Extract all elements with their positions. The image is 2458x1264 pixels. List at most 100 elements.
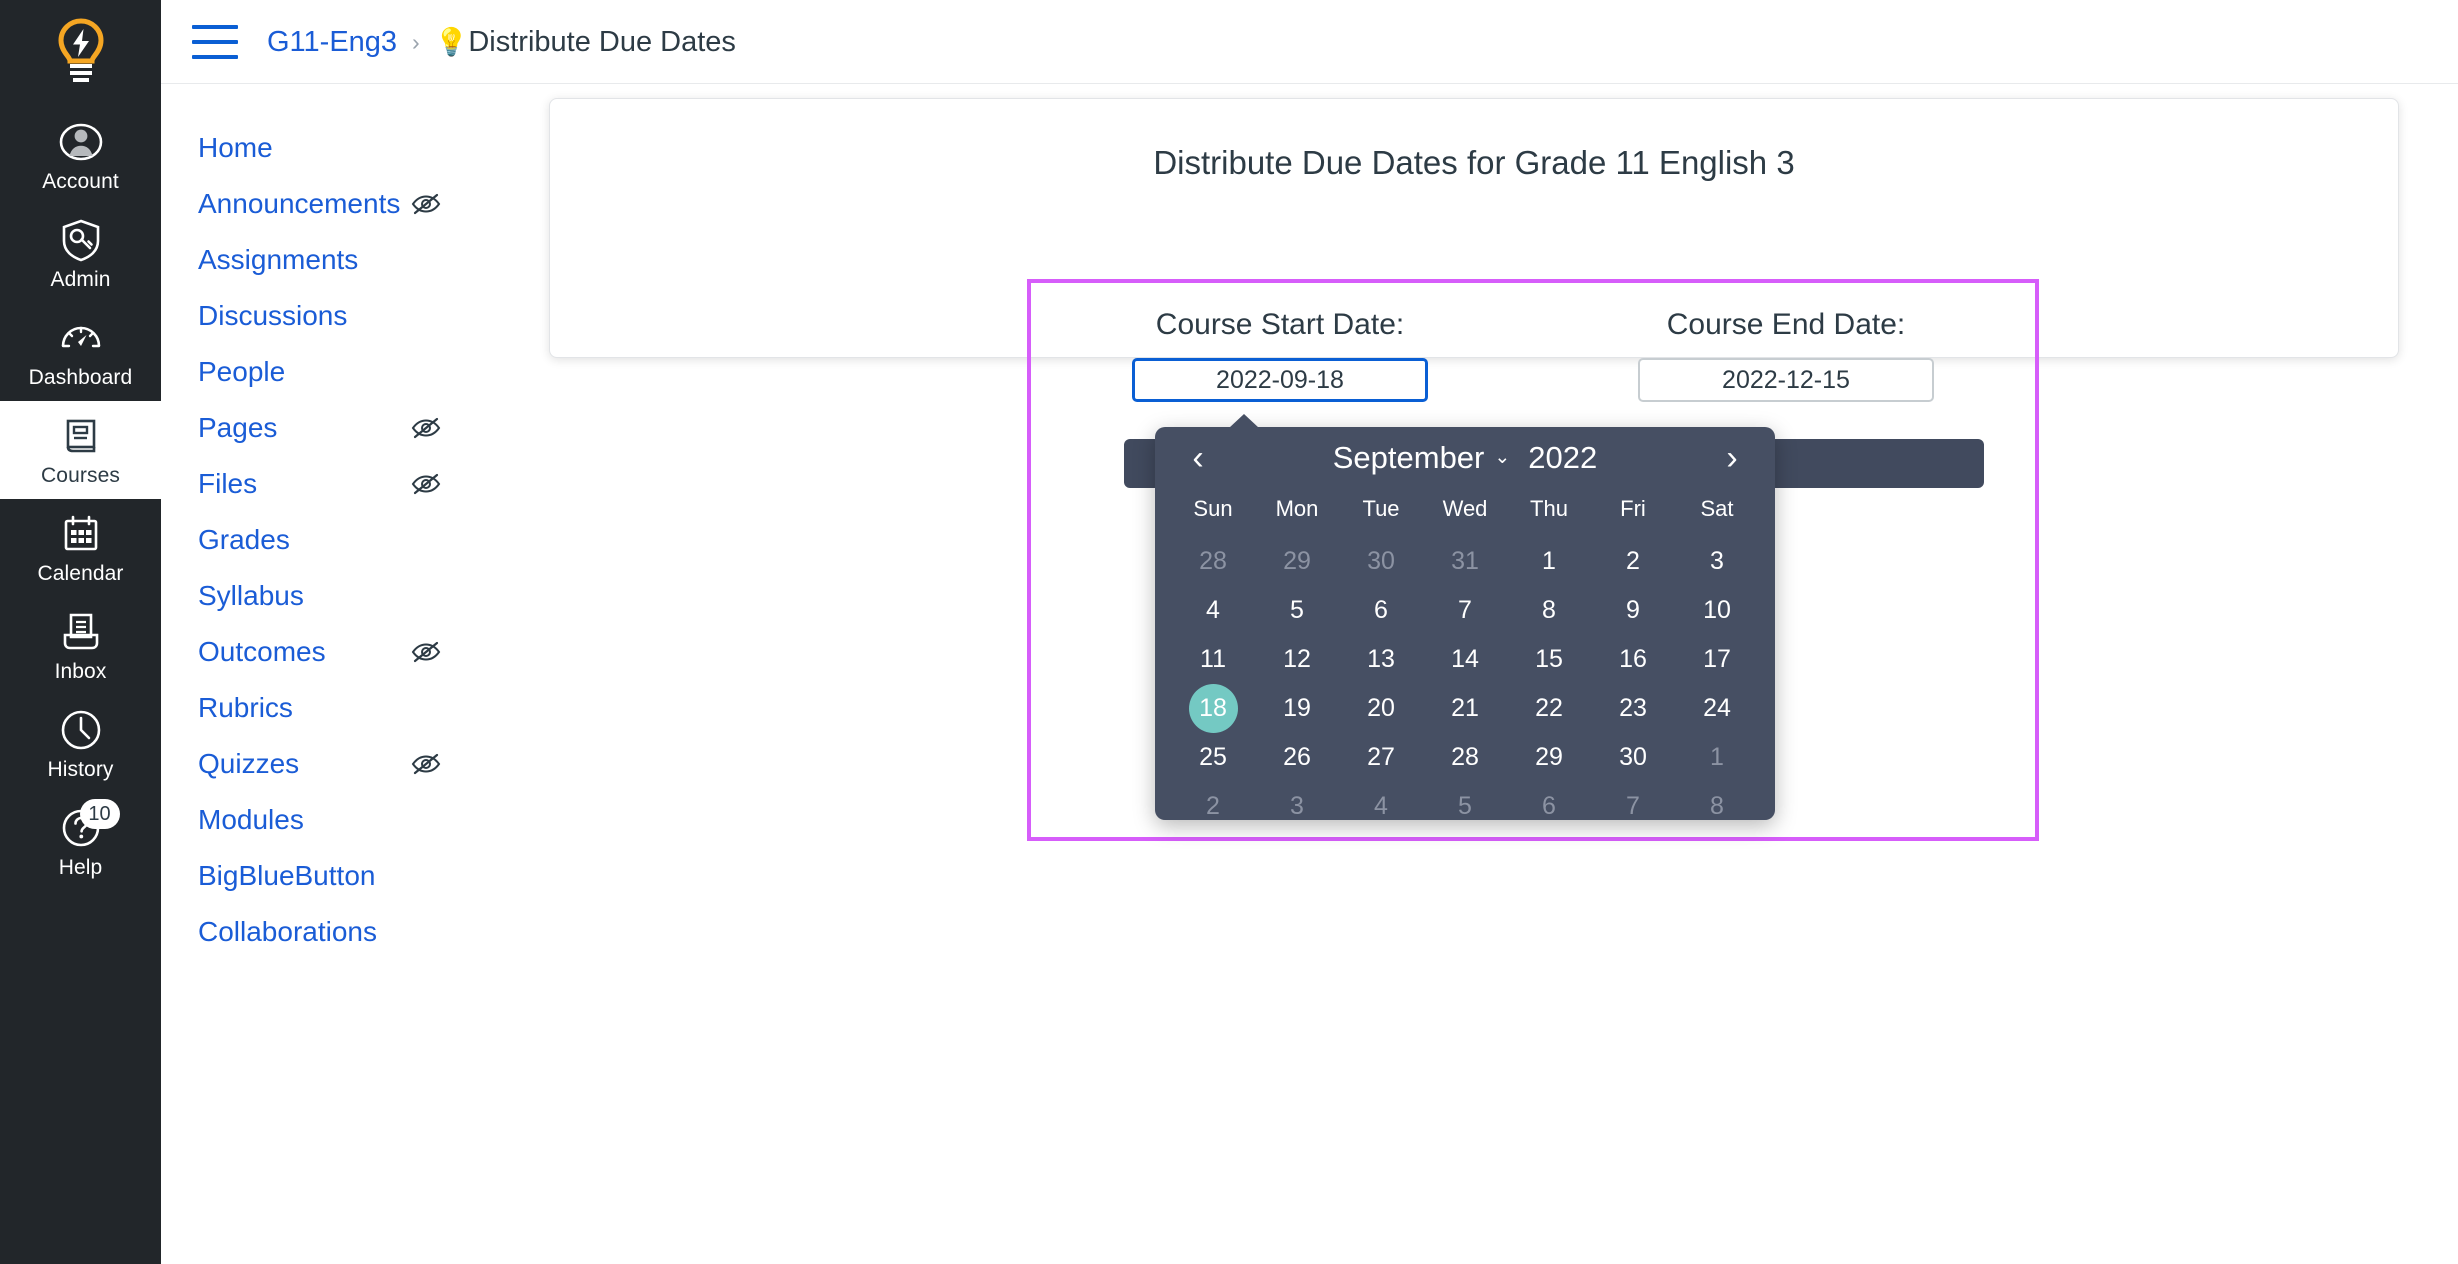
date-picker-day-label: 3 [1290,792,1304,820]
date-picker-day[interactable]: 28 [1171,537,1255,586]
course-nav-item-syllabus[interactable]: Syllabus [161,568,491,624]
date-picker-day[interactable]: 29 [1255,537,1339,586]
course-nav-item-rubrics[interactable]: Rubrics [161,680,491,736]
date-picker-day[interactable]: 12 [1255,635,1339,684]
date-picker-day[interactable]: 3 [1675,537,1759,586]
date-picker-day[interactable]: 9 [1591,586,1675,635]
course-nav-item-bigbluebutton[interactable]: BigBlueButton [161,848,491,904]
month-selector[interactable]: September [1333,439,1485,477]
breadcrumb-course-link[interactable]: G11-Eng3 [267,25,397,59]
date-picker-day-label: 14 [1451,645,1479,673]
course-nav-item-people[interactable]: People [161,344,491,400]
course-nav-label: Quizzes [198,748,300,779]
global-nav-label: Account [42,170,119,193]
course-nav-label: Syllabus [198,580,304,611]
date-picker-day[interactable]: 1 [1675,733,1759,782]
date-picker-day-label: 24 [1703,694,1731,722]
course-nav-item-files[interactable]: Files [161,456,491,512]
date-picker-day[interactable]: 14 [1423,635,1507,684]
course-nav-label: Grades [198,524,290,555]
clock-icon [58,707,104,753]
date-picker-day[interactable]: 16 [1591,635,1675,684]
end-date-input[interactable] [1638,358,1934,402]
date-picker-day[interactable]: 31 [1423,537,1507,586]
date-picker-day[interactable]: 5 [1423,782,1507,831]
date-picker-day-label: 2 [1626,547,1640,575]
date-picker-day[interactable]: 27 [1339,733,1423,782]
next-month-button[interactable]: › [1715,438,1749,478]
course-nav-label: People [198,356,286,387]
date-picker-day[interactable]: 24 [1675,684,1759,733]
course-nav-label: Outcomes [198,636,326,667]
global-nav-item-admin[interactable]: Admin [0,205,161,303]
prev-month-button[interactable]: ‹ [1181,438,1215,478]
date-picker-day[interactable]: 30 [1339,537,1423,586]
date-picker-day[interactable]: 8 [1507,586,1591,635]
course-nav-item-collaborations[interactable]: Collaborations [161,904,491,960]
course-nav-item-modules[interactable]: Modules [161,792,491,848]
date-picker-popup: ‹ September ⌄ 2022 › Sun Mon Tue Wed Thu… [1155,414,1775,820]
date-picker-day[interactable]: 30 [1591,733,1675,782]
date-picker-day[interactable]: 7 [1591,782,1675,831]
date-picker-day[interactable]: 8 [1675,782,1759,831]
date-picker-day[interactable]: 2 [1591,537,1675,586]
global-nav-label: History [47,758,114,781]
date-picker-day[interactable]: 18 [1171,684,1255,733]
course-nav-item-pages[interactable]: Pages [161,400,491,456]
course-nav-item-discussions[interactable]: Discussions [161,288,491,344]
date-picker-day[interactable]: 29 [1507,733,1591,782]
weekday-label: Wed [1442,496,1488,521]
global-nav-item-calendar[interactable]: Calendar [0,499,161,597]
global-nav-item-help[interactable]: 10 Help [0,793,161,891]
date-picker-day[interactable]: 5 [1255,586,1339,635]
global-nav-item-history[interactable]: History [0,695,161,793]
global-nav-item-inbox[interactable]: Inbox [0,597,161,695]
date-picker-day[interactable]: 6 [1507,782,1591,831]
course-nav-item-outcomes[interactable]: Outcomes [161,624,491,680]
course-nav-item-home[interactable]: Home [161,120,491,176]
course-nav-item-announcements[interactable]: Announcements [161,176,491,232]
shield-key-icon [58,217,104,263]
date-picker-day[interactable]: 21 [1423,684,1507,733]
date-picker-day-label: 25 [1199,743,1227,771]
app-root: Account Admin Dashboard Courses Calendar… [0,0,2458,1264]
global-nav-item-account[interactable]: Account [0,107,161,205]
global-nav-item-courses[interactable]: Courses [0,401,161,499]
course-nav-item-assignments[interactable]: Assignments [161,232,491,288]
course-nav-label: Collaborations [198,916,377,947]
date-fields-row: Course Start Date: Course End Date: [1027,279,2039,402]
chevron-down-icon[interactable]: ⌄ [1494,439,1510,477]
date-picker-day[interactable]: 1 [1507,537,1591,586]
date-picker-day[interactable]: 6 [1339,586,1423,635]
date-picker-day[interactable]: 22 [1507,684,1591,733]
course-nav-item-quizzes[interactable]: Quizzes [161,736,491,792]
date-picker-day[interactable]: 17 [1675,635,1759,684]
date-picker-day[interactable]: 26 [1255,733,1339,782]
date-picker-day[interactable]: 28 [1423,733,1507,782]
date-picker-day[interactable]: 20 [1339,684,1423,733]
date-picker-day[interactable]: 23 [1591,684,1675,733]
date-picker-day[interactable]: 3 [1255,782,1339,831]
canvas-lightbulb-logo[interactable] [52,18,110,87]
date-picker-day[interactable]: 10 [1675,586,1759,635]
date-picker-day-label: 30 [1367,547,1395,575]
date-picker-day-label: 29 [1283,547,1311,575]
hamburger-menu-icon[interactable] [192,24,238,59]
date-picker-day[interactable]: 7 [1423,586,1507,635]
date-picker-day[interactable]: 4 [1339,782,1423,831]
eye-slash-hidden-icon [411,473,441,495]
date-picker-day[interactable]: 11 [1171,635,1255,684]
course-nav-item-grades[interactable]: Grades [161,512,491,568]
date-picker-day-label: 26 [1283,743,1311,771]
date-picker-day[interactable]: 2 [1171,782,1255,831]
date-picker-day[interactable]: 19 [1255,684,1339,733]
date-picker-day[interactable]: 15 [1507,635,1591,684]
calendar-icon [58,511,104,557]
global-nav-item-dashboard[interactable]: Dashboard [0,303,161,401]
course-nav-label: Files [198,468,258,499]
date-picker-day[interactable]: 25 [1171,733,1255,782]
year-label[interactable]: 2022 [1528,439,1597,477]
date-picker-day[interactable]: 13 [1339,635,1423,684]
start-date-input[interactable] [1132,358,1428,402]
date-picker-day[interactable]: 4 [1171,586,1255,635]
